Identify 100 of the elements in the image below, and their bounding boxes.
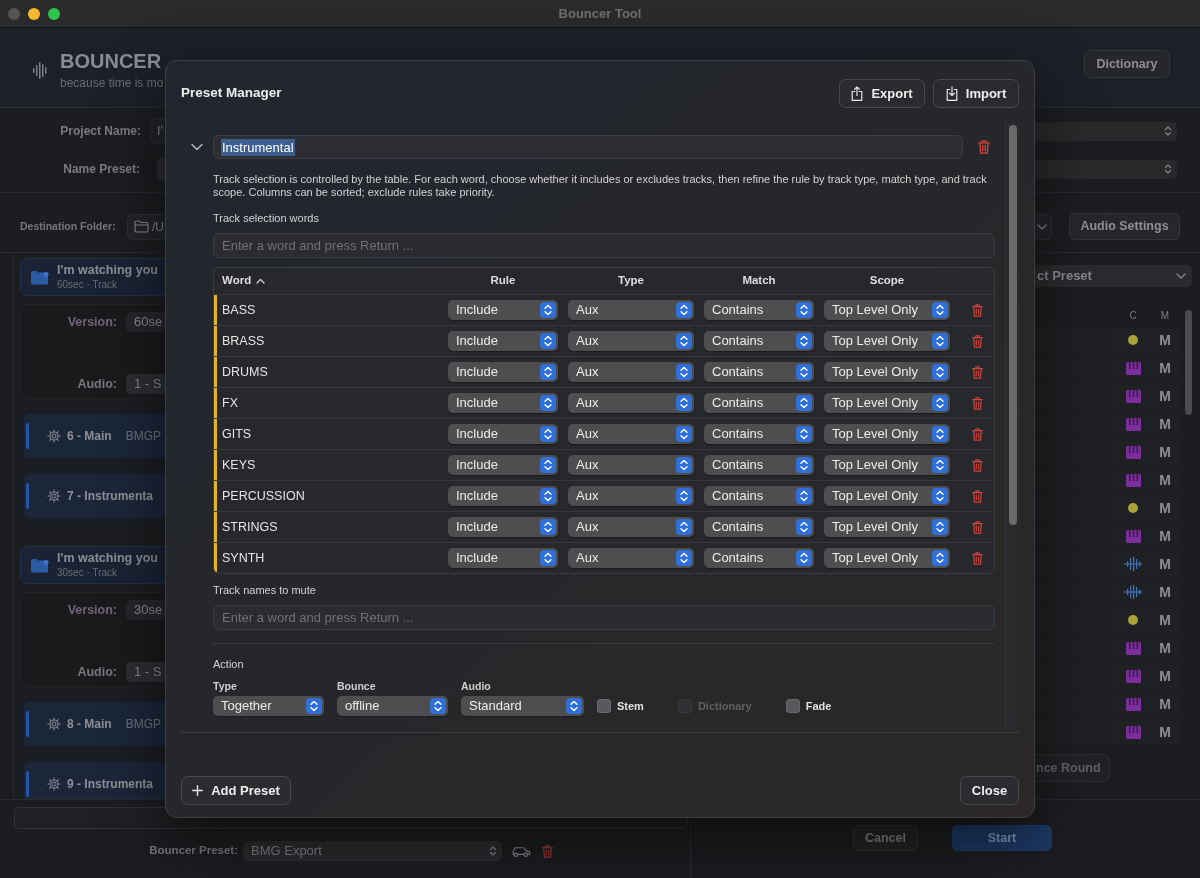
scope-dropdown[interactable]: Top Level Only [824,517,950,537]
rule-dropdown[interactable]: Include [448,486,558,506]
checkbox[interactable] [597,699,611,713]
mute-button[interactable]: M [1159,360,1171,376]
match-dropdown[interactable]: Contains [704,300,814,320]
mute-button[interactable]: M [1159,584,1171,600]
match-dropdown[interactable]: Contains [704,486,814,506]
export-button[interactable]: Export [839,79,925,108]
type-dropdown[interactable]: Aux [568,486,694,506]
track-card[interactable]: 6 - Main BMGP [20,410,165,462]
mute-input-field[interactable]: Enter a word and press Return ... [213,605,995,630]
mute-button[interactable]: M [1159,500,1171,516]
checkbox-label[interactable]: Fade [805,697,832,715]
mute-button[interactable]: M [1159,444,1171,460]
match-dropdown[interactable]: Contains [704,331,814,351]
add-preset-button[interactable]: Add Preset [181,776,291,805]
car-icon[interactable] [512,844,531,858]
rule-dropdown[interactable]: Include [448,331,558,351]
track-card[interactable]: 8 - Main BMGP [20,698,165,750]
trash-icon[interactable] [971,396,983,410]
trash-icon[interactable] [971,489,983,503]
type-dropdown[interactable]: Aux [568,548,694,568]
column-header[interactable]: Scope [869,272,905,290]
type-dropdown[interactable]: Aux [568,300,694,320]
mute-button[interactable]: M [1159,612,1171,628]
column-header[interactable]: Type [618,272,644,290]
rule-dropdown[interactable]: Include [448,517,558,537]
mute-button[interactable]: M [1159,668,1171,684]
word-input-field[interactable]: Enter a word and press Return ... [213,233,995,258]
match-dropdown[interactable]: Contains [704,455,814,475]
mute-button[interactable]: M [1159,388,1171,404]
sort-caret-icon[interactable] [256,278,266,284]
mute-button[interactable]: M [1159,472,1171,488]
import-button[interactable]: Import [933,79,1019,108]
mute-button[interactable]: M [1159,696,1171,712]
dropdown[interactable]: Standard [461,696,584,716]
rule-dropdown[interactable]: Include [448,455,558,475]
dropdown[interactable] [1035,213,1052,240]
audio-settings-button[interactable]: Audio Settings [1069,213,1180,240]
scope-dropdown[interactable]: Top Level Only [824,300,950,320]
trash-icon[interactable] [971,427,983,441]
trash-icon[interactable] [971,551,983,565]
scope-dropdown[interactable]: Top Level Only [824,486,950,506]
scope-dropdown[interactable]: Top Level Only [824,331,950,351]
type-dropdown[interactable]: Aux [568,362,694,382]
scope-dropdown[interactable]: Top Level Only [824,362,950,382]
track-group-header[interactable]: I'm watching you 60sec · Track [20,258,165,296]
checkbox-label[interactable]: Stem [617,697,644,715]
trash-icon[interactable] [978,140,990,154]
chevron-down-icon[interactable] [191,143,203,151]
column-header[interactable]: Match [742,272,776,290]
mute-button[interactable]: M [1159,556,1171,572]
track-group-header[interactable]: I'm watching you 30sec · Track [20,546,165,584]
track-card[interactable]: 9 - Instrumenta [20,758,165,799]
trash-icon[interactable] [971,334,983,348]
mute-button[interactable]: M [1159,332,1171,348]
type-dropdown[interactable]: Aux [568,455,694,475]
type-dropdown[interactable]: Aux [568,331,694,351]
trash-icon[interactable] [971,303,983,317]
window-close-button[interactable] [8,7,20,20]
version-field[interactable]: 30se [126,600,165,620]
match-dropdown[interactable]: Contains [704,548,814,568]
rule-dropdown[interactable]: Include [448,300,558,320]
scope-dropdown[interactable]: Top Level Only [824,393,950,413]
dictionary-button[interactable]: Dictionary [1084,50,1170,78]
scope-dropdown[interactable]: Top Level Only [824,424,950,444]
close-button[interactable]: Close [960,776,1019,805]
version-field[interactable]: 60se [126,312,165,332]
dropdown[interactable]: Together [213,696,324,716]
preset-dropdown[interactable]: ct Preset [1035,265,1192,287]
scope-dropdown[interactable]: Top Level Only [824,548,950,568]
rule-dropdown[interactable]: Include [448,393,558,413]
match-dropdown[interactable]: Contains [704,362,814,382]
trash-icon[interactable] [971,520,983,534]
rule-dropdown[interactable]: Include [448,548,558,568]
rule-dropdown[interactable]: Include [448,424,558,444]
match-dropdown[interactable]: Contains [704,424,814,444]
window-minimize-button[interactable] [28,7,40,20]
scope-dropdown[interactable]: Top Level Only [824,455,950,475]
mute-button[interactable]: M [1159,416,1171,432]
column-header[interactable]: Rule [490,272,516,290]
gear-icon[interactable] [47,717,61,731]
match-dropdown[interactable]: Contains [704,393,814,413]
match-dropdown[interactable]: Contains [704,517,814,537]
scrollbar-thumb[interactable] [1008,125,1017,525]
mute-button[interactable]: M [1159,724,1171,740]
dropdown[interactable]: offline [337,696,448,716]
scrollbar-thumb[interactable] [1185,310,1192,415]
column-header[interactable]: Word [222,272,252,290]
gear-icon[interactable] [47,489,61,503]
trash-icon[interactable] [971,365,983,379]
trash-icon[interactable] [542,844,553,858]
trash-icon[interactable] [971,458,983,472]
gear-icon[interactable] [47,777,61,791]
mute-button[interactable]: M [1159,640,1171,656]
type-dropdown[interactable]: Aux [568,517,694,537]
type-dropdown[interactable]: Aux [568,424,694,444]
preset-name-field[interactable]: Instrumental [213,135,963,159]
scrollbar[interactable] [1005,122,1019,732]
rule-dropdown[interactable]: Include [448,362,558,382]
